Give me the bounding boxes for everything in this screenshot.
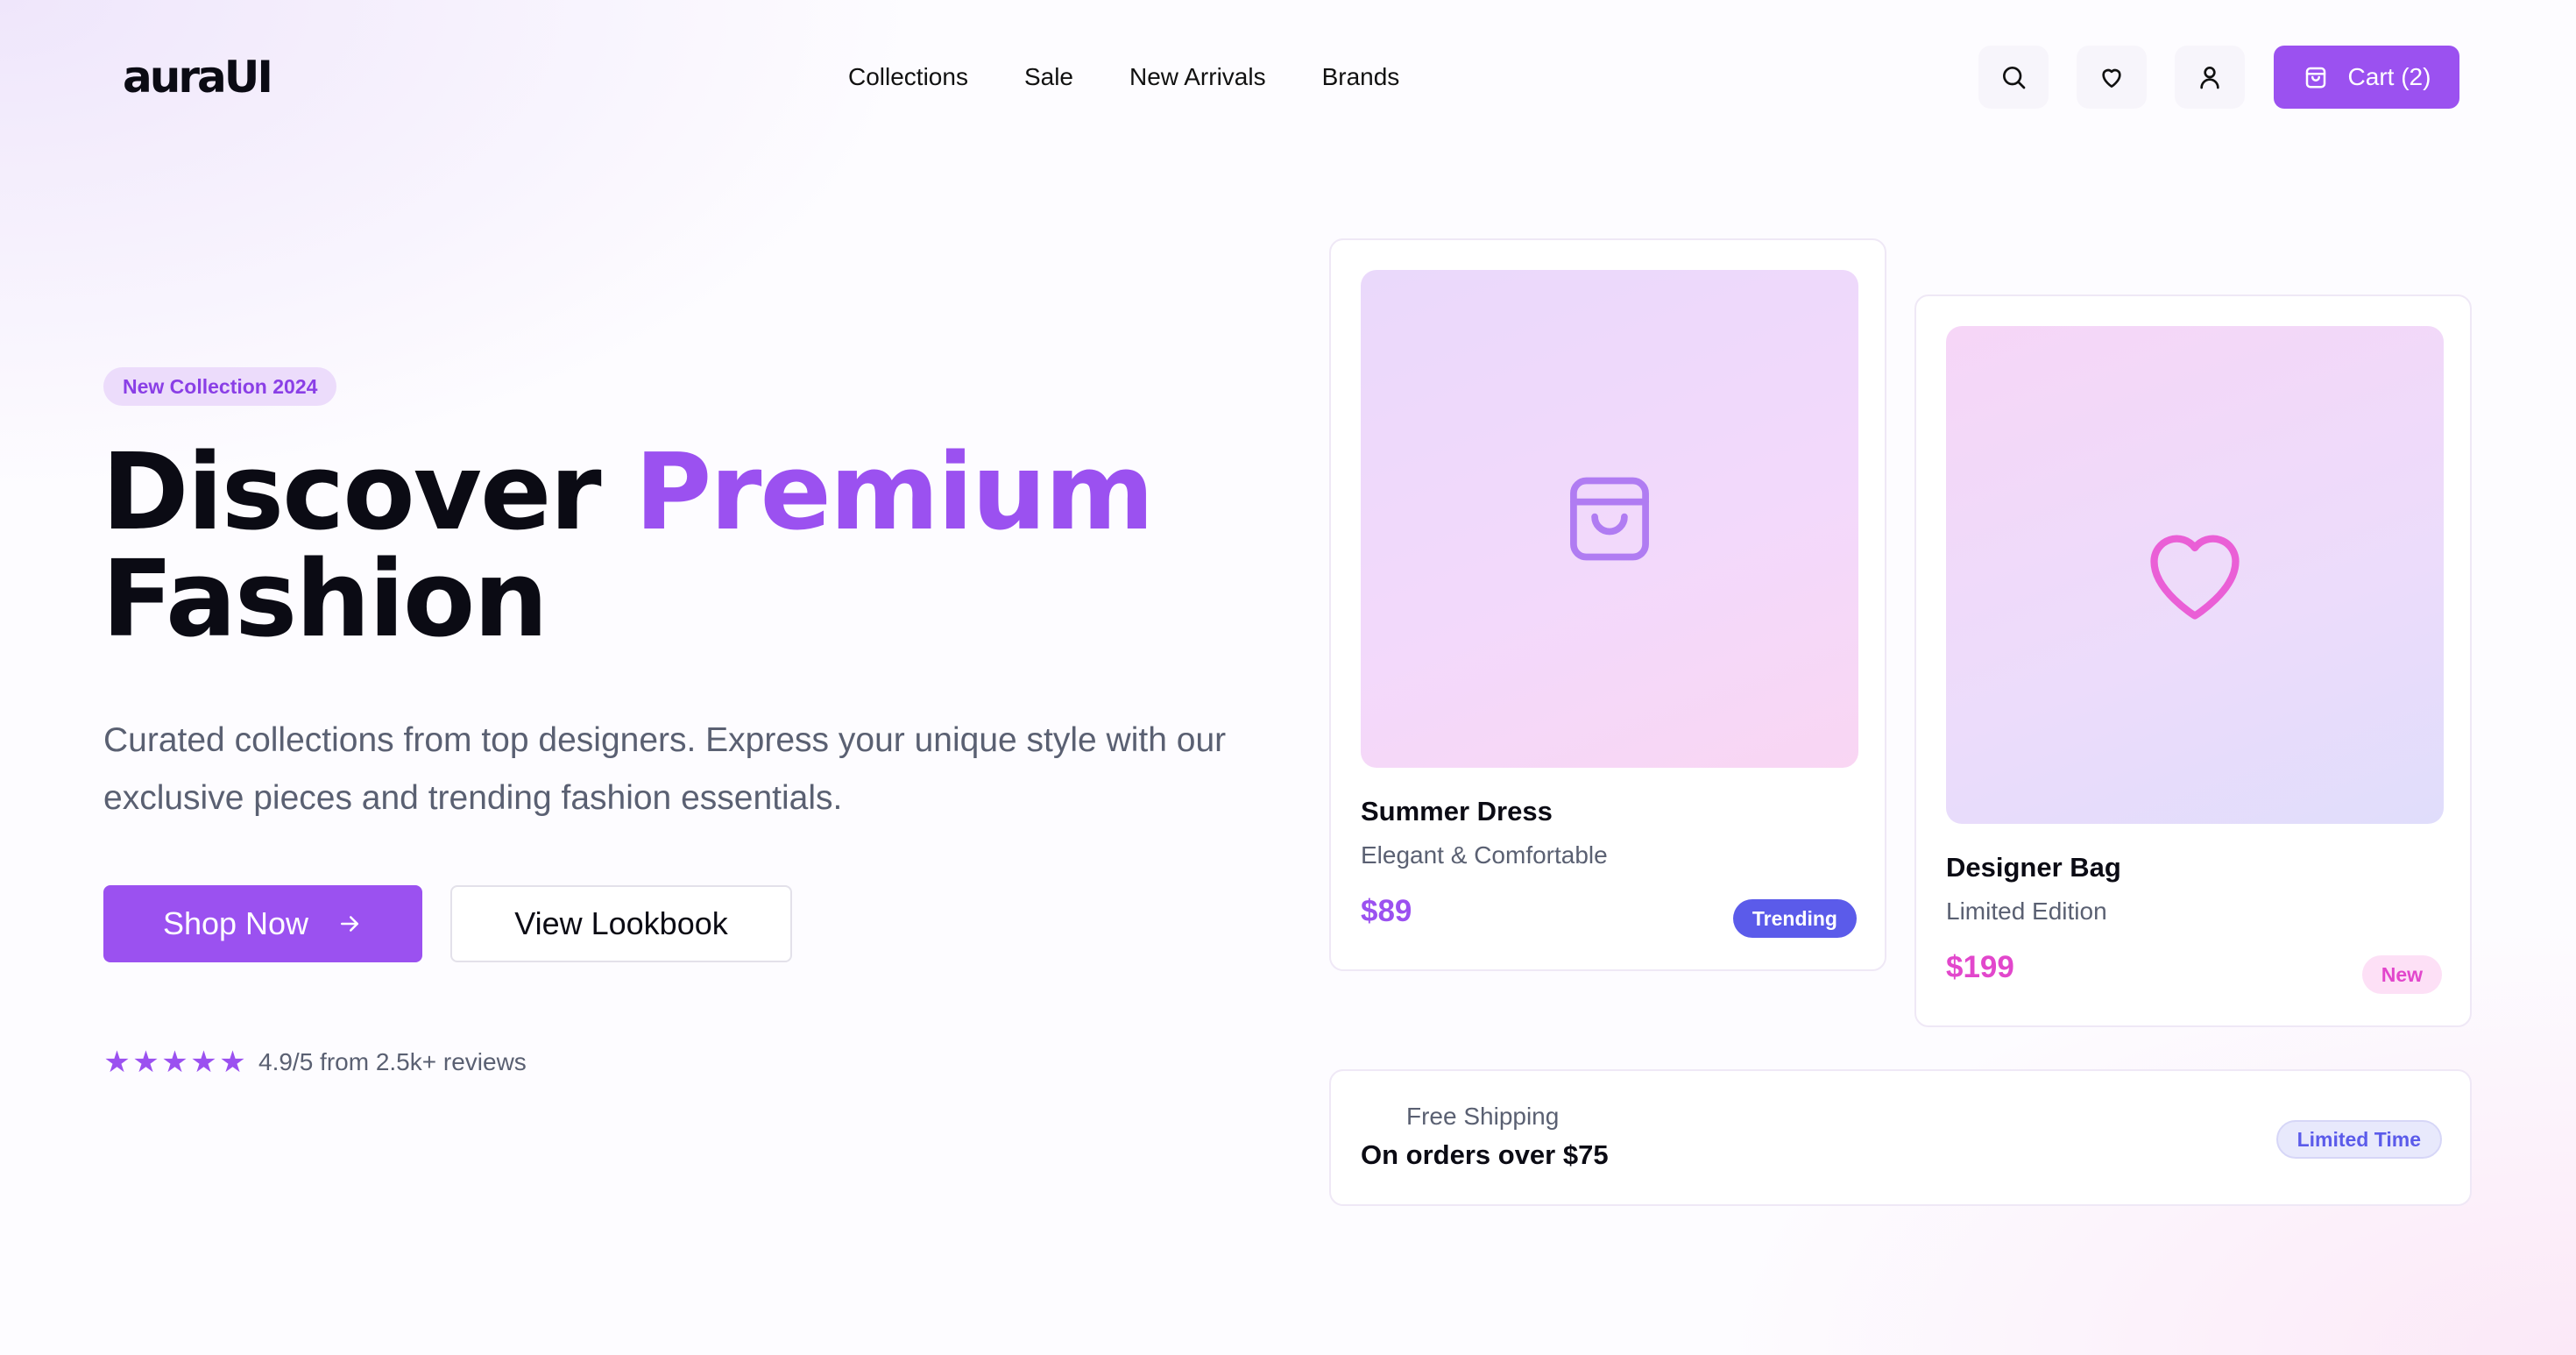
product-image	[1361, 270, 1858, 768]
product-description: Limited Edition	[1946, 897, 2107, 925]
rating: ★ ★ ★ ★ ★ 4.9/5 from 2.5k+ reviews	[103, 1045, 527, 1080]
search-button[interactable]	[1978, 46, 2049, 109]
product-price: $199	[1946, 950, 2014, 984]
product-name: Summer Dress	[1361, 796, 1553, 826]
hero-title-part2: Fashion	[102, 539, 548, 661]
star-rating: ★ ★ ★ ★ ★	[103, 1045, 246, 1080]
hero-title-part1: Discover	[102, 432, 602, 554]
shopping-bag-icon	[2305, 67, 2325, 89]
view-lookbook-button[interactable]: View Lookbook	[450, 885, 792, 962]
cart-button[interactable]: Cart (2)	[2274, 46, 2459, 109]
collection-badge: New Collection 2024	[103, 367, 337, 406]
hero-subtitle: Curated collections from top designers. …	[103, 721, 1227, 817]
free-shipping-banner: Free Shipping On orders over $75 Limited…	[1329, 1069, 2472, 1206]
shop-now-label: Shop Now	[162, 905, 309, 941]
nav-item-sale[interactable]: Sale	[1024, 56, 1073, 98]
heart-icon	[2150, 535, 2240, 620]
shipping-label: Free Shipping	[1406, 1103, 1560, 1130]
heart-icon	[2102, 68, 2121, 88]
shipping-value: On orders over $75	[1361, 1139, 1609, 1170]
star-icon: ★	[103, 1046, 131, 1079]
nav-item-brands[interactable]: Brands	[1322, 56, 1400, 98]
account-button[interactable]	[2175, 46, 2245, 109]
limited-time-badge: Limited Time	[2275, 1120, 2442, 1159]
search-icon	[2003, 67, 2026, 89]
brand-logo[interactable]: auraUI	[123, 51, 273, 103]
hero-title: Discover Premium Fashion	[102, 440, 1241, 654]
star-icon: ★	[219, 1046, 246, 1079]
wishlist-button[interactable]	[2077, 46, 2147, 109]
user-icon	[2200, 67, 2219, 89]
product-card-summer-dress[interactable]: Summer Dress Elegant & Comfortable $89 T…	[1329, 238, 1886, 971]
shopping-bag-icon	[1570, 477, 1649, 561]
new-badge: New	[2361, 955, 2442, 994]
cart-label: Cart (2)	[2347, 63, 2431, 90]
product-price: $89	[1361, 894, 1412, 928]
nav-item-collections[interactable]: Collections	[848, 56, 968, 98]
rating-text: 4.9/5 from 2.5k+ reviews	[258, 1048, 527, 1075]
trending-badge: Trending	[1732, 899, 1857, 938]
product-card-designer-bag[interactable]: Designer Bag Limited Edition $199 New	[1914, 294, 2472, 1027]
shop-now-button[interactable]: Shop Now	[103, 885, 422, 962]
star-icon: ★	[161, 1046, 188, 1079]
nav-item-new-arrivals[interactable]: New Arrivals	[1129, 56, 1266, 98]
star-icon: ★	[190, 1046, 217, 1079]
star-icon: ★	[132, 1046, 159, 1079]
product-description: Elegant & Comfortable	[1361, 841, 1608, 869]
product-image	[1946, 326, 2444, 824]
product-name: Designer Bag	[1946, 852, 2121, 883]
main-nav: Collections Sale New Arrivals Brands	[848, 56, 1399, 98]
hero-title-accent: Premium	[634, 432, 1154, 554]
arrow-right-icon	[341, 916, 359, 932]
